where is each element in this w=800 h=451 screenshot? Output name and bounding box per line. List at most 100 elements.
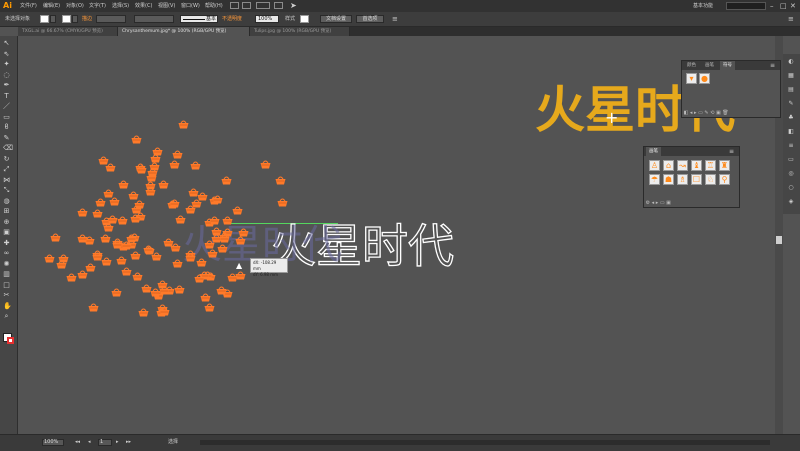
basket-symbol-instance[interactable]: [128, 191, 139, 200]
symbol-flower[interactable]: ●: [699, 73, 710, 84]
last-artboard-button[interactable]: ▸▸: [126, 434, 131, 450]
basket-symbol-instance[interactable]: [221, 176, 232, 185]
brush-swatch[interactable]: ♝: [691, 160, 702, 171]
basket-symbol-instance[interactable]: [159, 307, 170, 316]
brushes-panel-footer: ⚙ ◂ ▸ ▭ ▣: [644, 200, 671, 206]
basket-symbol-instance[interactable]: [190, 161, 201, 170]
basket-symbol-instance[interactable]: [260, 160, 271, 169]
basket-symbol-instance[interactable]: [130, 214, 141, 223]
basket-symbol-instance[interactable]: [174, 285, 185, 294]
basket-symbol-instance[interactable]: [169, 199, 180, 208]
basket-symbol-instance[interactable]: [92, 252, 103, 261]
basket-symbol-instance[interactable]: [117, 216, 128, 225]
basket-symbol-instance[interactable]: [95, 198, 106, 207]
artboard-number[interactable]: 1: [98, 439, 112, 446]
symbol-basket[interactable]: ▾: [686, 73, 697, 84]
basket-symbol-instance[interactable]: [191, 199, 202, 208]
next-artboard-button[interactable]: ▸: [116, 434, 119, 450]
basket-symbol-instance[interactable]: [107, 215, 118, 224]
basket-symbol-instance[interactable]: [111, 288, 122, 297]
first-artboard-button[interactable]: ◂◂: [75, 434, 80, 450]
basket-symbol-instance[interactable]: [217, 244, 228, 253]
basket-symbol-instance[interactable]: [194, 274, 205, 283]
basket-symbol-instance[interactable]: [227, 273, 238, 282]
basket-symbol-instance[interactable]: [77, 208, 88, 217]
basket-symbol-instance[interactable]: [50, 233, 61, 242]
hud-dy: dY: 6.98 mm: [253, 272, 279, 277]
brush-swatch[interactable]: ♜: [719, 160, 730, 171]
basket-symbol-instance[interactable]: [212, 195, 223, 204]
basket-symbol-instance[interactable]: [109, 197, 120, 206]
basket-symbol-instance[interactable]: [88, 303, 99, 312]
basket-symbol-instance[interactable]: [145, 181, 156, 190]
basket-symbol-instance[interactable]: [275, 176, 286, 185]
brush-swatch[interactable]: ☗: [663, 174, 674, 185]
basket-symbol-instance[interactable]: [131, 135, 142, 144]
panel-options-icon[interactable]: ≡: [770, 61, 775, 70]
basket-symbol-instance[interactable]: [172, 150, 183, 159]
brush-swatch[interactable]: ☐: [691, 174, 702, 185]
basket-symbol-instance[interactable]: [196, 258, 207, 267]
basket-symbol-instance[interactable]: [77, 234, 88, 243]
basket-symbol-instance[interactable]: [132, 272, 143, 281]
basket-symbol-instance[interactable]: [151, 252, 162, 261]
tab-brushes[interactable]: 画笔: [702, 61, 717, 70]
tab-color[interactable]: 颜色: [684, 61, 699, 70]
symbols-panel-header: 颜色 画笔 符号 ≡: [682, 61, 780, 70]
basket-symbol-instance[interactable]: [118, 180, 129, 189]
basket-symbol-instance[interactable]: [152, 147, 163, 156]
basket-symbol-instance[interactable]: [277, 198, 288, 207]
brush-swatch[interactable]: ♗: [677, 174, 688, 185]
basket-symbol-instance[interactable]: [219, 234, 230, 243]
basket-symbol-instance[interactable]: [238, 228, 249, 237]
basket-symbol-instance[interactable]: [44, 254, 55, 263]
basket-symbol-instance[interactable]: [232, 206, 243, 215]
zoom-field[interactable]: 100%: [42, 439, 64, 446]
basket-symbol-instance[interactable]: [103, 189, 114, 198]
basket-symbol-instance[interactable]: [136, 165, 147, 174]
basket-symbol-instance[interactable]: [98, 156, 109, 165]
basket-symbol-instance[interactable]: [169, 160, 180, 169]
brush-swatch[interactable]: ♘: [705, 174, 716, 185]
brush-swatch[interactable]: ♖: [705, 160, 716, 171]
brush-swatch[interactable]: ⚲: [719, 174, 730, 185]
brush-swatch[interactable]: ↝: [677, 160, 688, 171]
basket-symbol-instance[interactable]: [158, 180, 169, 189]
brush-swatch[interactable]: ☂: [649, 174, 660, 185]
basket-symbol-instance[interactable]: [178, 120, 189, 129]
tab-symbols[interactable]: 符号: [720, 61, 735, 70]
basket-symbol-instance[interactable]: [116, 256, 127, 265]
basket-symbol-instance[interactable]: [172, 259, 183, 268]
basket-symbol-instance[interactable]: [141, 284, 152, 293]
horizontal-scrollbar[interactable]: [200, 440, 770, 445]
basket-symbol-instance[interactable]: [138, 308, 149, 317]
basket-symbol-instance[interactable]: [175, 215, 186, 224]
brush-swatch[interactable]: ♙: [649, 160, 660, 171]
basket-symbol-instance[interactable]: [235, 236, 246, 245]
basket-symbol-instance[interactable]: [121, 267, 132, 276]
basket-symbol-instance[interactable]: [159, 286, 170, 295]
basket-symbol-instance[interactable]: [209, 216, 220, 225]
basket-symbol-instance[interactable]: [147, 168, 158, 177]
basket-symbol-instance[interactable]: [100, 234, 111, 243]
measurement-hud: dX: -108.29 mm dY: 6.98 mm: [250, 258, 288, 277]
basket-symbol-instance[interactable]: [188, 188, 199, 197]
basket-symbol-instance[interactable]: [103, 223, 114, 232]
basket-symbol-instance[interactable]: [200, 293, 211, 302]
basket-symbol-instance[interactable]: [170, 243, 181, 252]
basket-symbol-instance[interactable]: [56, 260, 67, 269]
basket-symbol-instance[interactable]: [216, 286, 227, 295]
basket-symbol-instance[interactable]: [134, 200, 145, 209]
brush-swatch[interactable]: ⌂: [663, 160, 674, 171]
basket-symbol-instance[interactable]: [130, 251, 141, 260]
basket-symbol-instance[interactable]: [66, 273, 77, 282]
basket-symbol-instance[interactable]: [222, 216, 233, 225]
basket-symbol-instance[interactable]: [85, 263, 96, 272]
current-tool-label: 选择: [168, 439, 179, 445]
basket-symbol-instance[interactable]: [185, 253, 196, 262]
basket-symbol-instance[interactable]: [112, 240, 123, 249]
basket-symbol-instance[interactable]: [204, 303, 215, 312]
prev-artboard-button[interactable]: ◂: [88, 434, 91, 450]
brushes-options-icon[interactable]: ≡: [729, 147, 734, 156]
brushes-panel: 画笔 ≡ ♙ ⌂ ↝ ♝ ♖ ♜ ☂ ☗ ♗ ☐ ♘ ⚲ ⚙ ◂ ▸ ▭ ▣: [643, 146, 740, 208]
